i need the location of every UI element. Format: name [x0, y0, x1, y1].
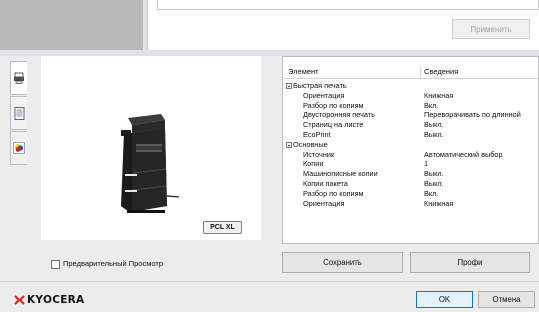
collapse-icon[interactable] [286, 83, 292, 89]
property-value: Автоматический выбор [424, 149, 503, 159]
property-name: Разбор по копиям [303, 188, 364, 198]
header-separator [420, 66, 421, 78]
property-row[interactable]: Источник Автоматический выбор [283, 149, 538, 160]
printer-tab[interactable] [10, 61, 28, 95]
preview-checkbox-label: Предварительный Просмотр [63, 259, 163, 268]
apply-button[interactable]: Применить [452, 19, 530, 39]
top-field [157, 0, 539, 10]
color-tab[interactable] [10, 131, 28, 165]
property-name: Разбор по копиям [303, 100, 364, 110]
property-name: Копии [303, 159, 324, 169]
property-row[interactable]: Ориентация Книжная [283, 198, 538, 209]
property-value: Выкл. [424, 129, 444, 139]
header-details[interactable]: Сведения [424, 67, 458, 76]
printer-icon [14, 72, 24, 84]
property-name: Источник [303, 149, 335, 159]
property-value: Выкл. [424, 169, 444, 179]
property-value: Книжная [424, 198, 454, 208]
kyocera-emblem-icon [14, 294, 25, 305]
property-value: Книжная [424, 90, 454, 100]
property-name: Быстрая печать [293, 81, 347, 90]
property-value: Переворачивать по длинной [424, 110, 521, 120]
property-value: Выкл. [424, 178, 444, 188]
preview-checkbox[interactable] [51, 260, 60, 269]
property-row[interactable]: Копии пакета Выкл. [283, 178, 538, 189]
property-name: Страниц на листе [303, 120, 364, 130]
printer-image [121, 114, 180, 213]
profiles-button[interactable]: Профи [410, 252, 530, 273]
collapse-icon[interactable] [286, 141, 292, 148]
property-row[interactable]: Машинописные копии Выкл. [283, 169, 538, 179]
property-value: Вкл. [424, 188, 439, 198]
property-row[interactable]: Разбор по копиям Вкл. [283, 100, 538, 111]
property-name: Ориентация [303, 198, 345, 208]
top-left-panel [0, 0, 143, 50]
property-name: Двусторонняя печать [303, 110, 375, 120]
properties-list[interactable]: Элемент Сведения Быстрая печать Ориентаци… [282, 56, 539, 244]
brand-name: KYOCERA [27, 294, 85, 306]
property-group-row[interactable]: Быстрая печать [283, 81, 538, 91]
property-value: Выкл. [424, 120, 444, 130]
save-button[interactable]: Сохранить [282, 252, 403, 273]
property-name: Основные [293, 139, 328, 149]
property-value: 1 [424, 159, 429, 169]
property-value: Вкл. [424, 100, 439, 110]
property-rows: Быстрая печать Ориентация Книжная Разбор по… [283, 81, 538, 209]
document-icon [14, 106, 24, 120]
color-palette-icon [13, 142, 25, 154]
cancel-button[interactable]: Отмена [478, 291, 535, 308]
property-name: Копии пакета [303, 178, 348, 188]
property-group-row[interactable]: Основные [283, 139, 538, 150]
list-header: Элемент Сведения [283, 66, 538, 79]
header-item[interactable]: Элемент [288, 67, 319, 76]
property-name: Машинописные копии [303, 169, 378, 179]
kyocera-logo: KYOCERA [14, 294, 84, 306]
property-name: Ориентация [303, 90, 345, 100]
property-name: EcoPrint [303, 129, 331, 139]
footer-divider [0, 281, 539, 282]
ok-button[interactable]: OK [416, 291, 473, 308]
property-row[interactable]: Разбор по копиям Вкл. [283, 188, 538, 199]
property-row[interactable]: Двусторонняя печать Переворачивать по дли… [283, 110, 538, 120]
pdl-badge: PCL XL [203, 221, 242, 234]
property-row[interactable]: Страниц на листе Выкл. [283, 120, 538, 130]
document-tab[interactable] [10, 96, 28, 130]
property-row[interactable]: Ориентация Книжная [283, 90, 538, 101]
preview-canvas [41, 56, 261, 240]
property-row[interactable]: Копии 1 [283, 159, 538, 169]
property-row[interactable]: EcoPrint Выкл. [283, 129, 538, 140]
